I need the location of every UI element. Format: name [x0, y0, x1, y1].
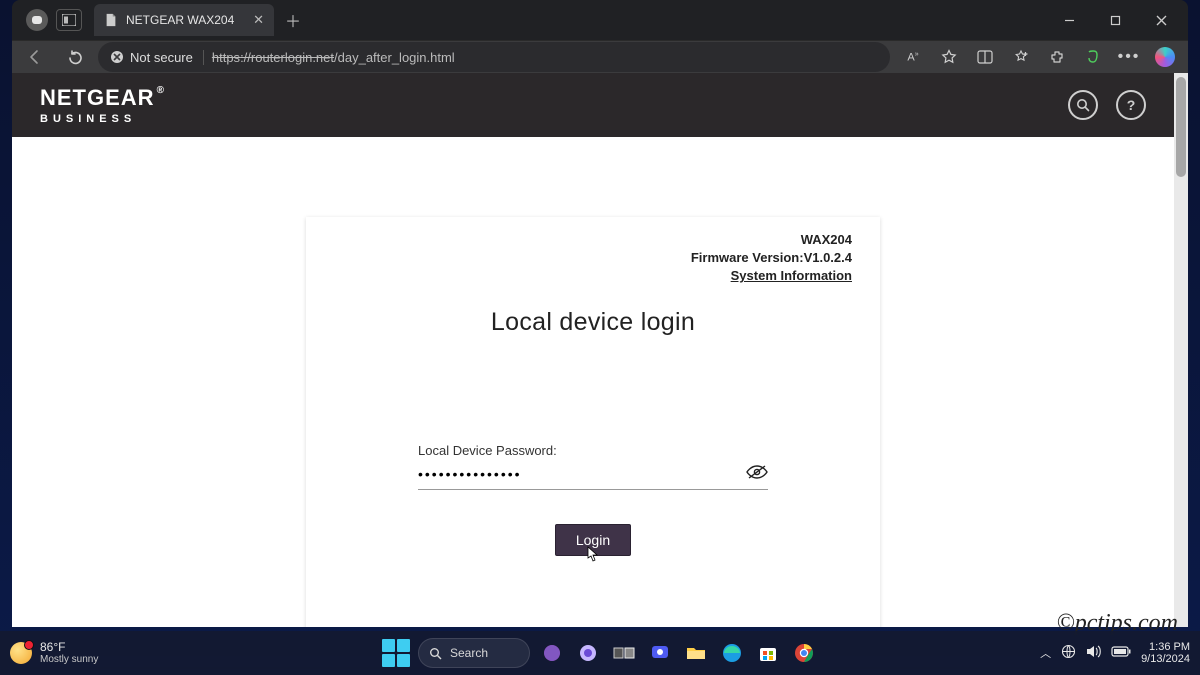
brand-text: NETGEAR: [40, 85, 155, 111]
windows-taskbar: 86°F Mostly sunny Search ︿: [0, 631, 1200, 675]
page-icon: [104, 13, 118, 27]
taskbar-app-1[interactable]: [538, 639, 566, 667]
close-tab-icon[interactable]: ✕: [253, 12, 264, 28]
split-screen-button[interactable]: [968, 41, 1002, 73]
page-content: WAX204 Firmware Version:V1.0.2.4 System …: [12, 137, 1174, 627]
taskbar-app-2[interactable]: [574, 639, 602, 667]
titlebar: NETGEAR WAX204 ✕ ＋: [12, 0, 1188, 40]
search-icon: [1076, 98, 1090, 112]
maximize-button[interactable]: [1092, 0, 1138, 40]
firmware-text: Firmware Version:V1.0.2.4: [334, 249, 852, 267]
tab-title: NETGEAR WAX204: [126, 13, 245, 27]
login-card: WAX204 Firmware Version:V1.0.2.4 System …: [306, 217, 880, 627]
system-tray: ︿ 1:36 PM 9/13/2024: [1040, 641, 1190, 665]
not-secure-icon: [110, 50, 124, 64]
header-help-button[interactable]: ?: [1116, 90, 1146, 120]
weather-condition: Mostly sunny: [40, 654, 98, 665]
weather-temp: 86°F: [40, 641, 98, 654]
search-icon: [429, 647, 442, 660]
taskbar-edge[interactable]: [718, 639, 746, 667]
weather-widget[interactable]: 86°F Mostly sunny: [10, 641, 98, 665]
profile-button[interactable]: [26, 9, 48, 31]
browser-tab[interactable]: NETGEAR WAX204 ✕: [94, 4, 274, 36]
start-button[interactable]: [382, 639, 410, 667]
tray-network-icon[interactable]: [1061, 644, 1076, 662]
help-icon: ?: [1127, 97, 1136, 113]
model-text: WAX204: [334, 231, 852, 249]
browser-window: NETGEAR WAX204 ✕ ＋ Not secure https://ro…: [12, 0, 1188, 627]
close-window-button[interactable]: [1138, 0, 1184, 40]
window-controls: [1046, 0, 1184, 40]
back-button[interactable]: [18, 41, 52, 73]
minimize-button[interactable]: [1046, 0, 1092, 40]
password-input[interactable]: [418, 466, 746, 482]
tray-battery-icon[interactable]: [1111, 646, 1131, 660]
login-button[interactable]: Login: [555, 524, 631, 556]
url-text: https://routerlogin.net/day_after_login.…: [212, 50, 455, 65]
vertical-scrollbar[interactable]: [1174, 73, 1188, 627]
new-tab-button[interactable]: ＋: [280, 7, 306, 33]
copilot-icon: [1155, 47, 1175, 67]
favorite-button[interactable]: [932, 41, 966, 73]
tray-volume-icon[interactable]: [1086, 645, 1101, 661]
extensions-button[interactable]: [1040, 41, 1074, 73]
password-label: Local Device Password:: [418, 443, 768, 458]
browser-toolbar: Not secure https://routerlogin.net/day_a…: [12, 40, 1188, 73]
favorites-bar-button[interactable]: [1004, 41, 1038, 73]
system-information-link[interactable]: System Information: [731, 268, 852, 283]
subbrand-text: BUSINESS: [40, 113, 165, 125]
evernote-extension-icon[interactable]: [1076, 41, 1110, 73]
taskbar-ms-store[interactable]: [754, 639, 782, 667]
security-label: Not secure: [130, 50, 193, 65]
eye-icon: [746, 464, 768, 480]
taskbar-chrome[interactable]: [790, 639, 818, 667]
taskbar-file-explorer[interactable]: [682, 639, 710, 667]
more-menu-button[interactable]: •••: [1112, 41, 1146, 73]
clock-time: 1:36 PM: [1141, 641, 1190, 653]
netgear-header: NETGEAR® BUSINESS ?: [12, 73, 1174, 137]
taskbar-task-view[interactable]: [610, 639, 638, 667]
address-bar[interactable]: Not secure https://routerlogin.net/day_a…: [98, 42, 890, 72]
page-viewport: NETGEAR® BUSINESS ? WAX204 Firm: [12, 73, 1188, 627]
read-aloud-button[interactable]: A»: [896, 41, 930, 73]
copilot-button[interactable]: [1148, 41, 1182, 73]
weather-icon: [10, 642, 32, 664]
card-title: Local device login: [334, 308, 852, 337]
device-meta: WAX204 Firmware Version:V1.0.2.4 System …: [334, 231, 852, 286]
toggle-password-visibility[interactable]: [746, 464, 768, 485]
cursor-icon: [587, 546, 599, 565]
workspaces-icon: [62, 14, 76, 26]
header-search-button[interactable]: [1068, 90, 1098, 120]
search-placeholder: Search: [450, 646, 488, 660]
taskbar-chat[interactable]: [646, 639, 674, 667]
taskbar-search[interactable]: Search: [418, 638, 530, 668]
tray-chevron-up-icon[interactable]: ︿: [1040, 645, 1051, 661]
scrollbar-thumb[interactable]: [1176, 77, 1186, 177]
security-indicator[interactable]: Not secure: [110, 50, 204, 65]
clock-date: 9/13/2024: [1141, 653, 1190, 665]
netgear-logo: NETGEAR® BUSINESS: [40, 85, 165, 125]
refresh-button[interactable]: [58, 41, 92, 73]
workspaces-button[interactable]: [56, 9, 82, 31]
tray-clock[interactable]: 1:36 PM 9/13/2024: [1141, 641, 1190, 665]
login-form: Local Device Password: Login: [418, 443, 768, 556]
